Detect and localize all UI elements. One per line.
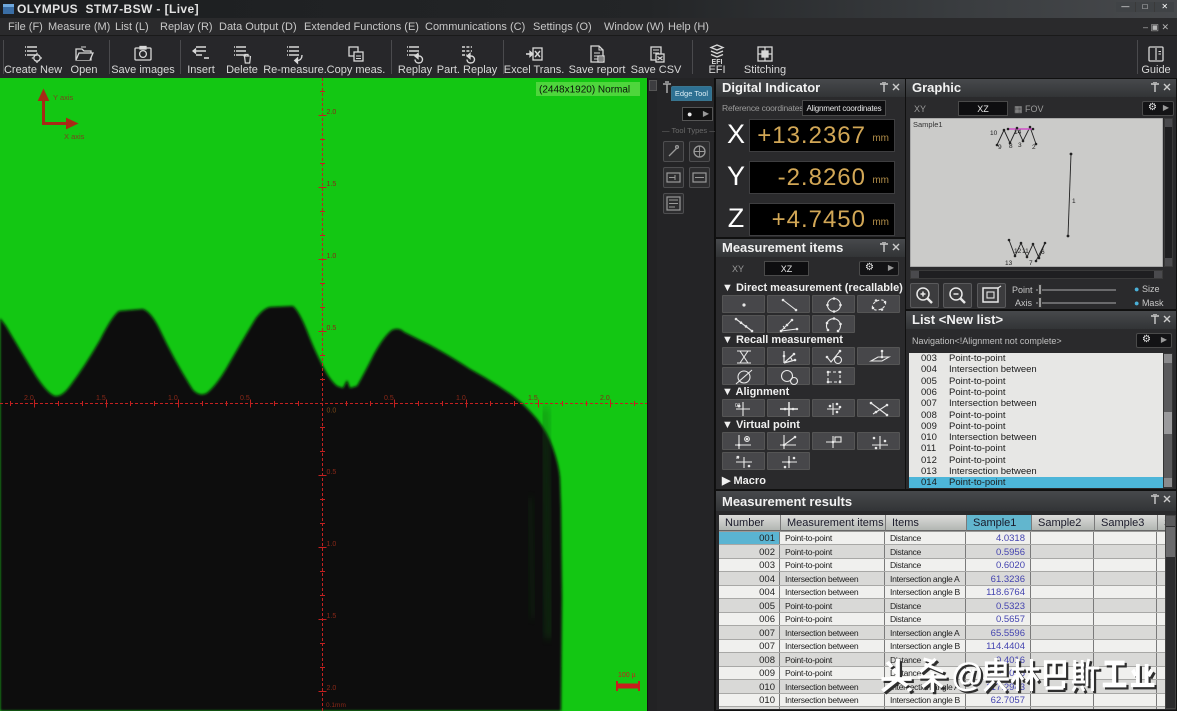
svg-text:0.5: 0.5 [240,395,250,402]
svg-text:11: 11 [1022,248,1029,255]
svg-text:1.5: 1.5 [528,395,538,402]
svg-text:1.5: 1.5 [327,613,337,620]
svg-text:a: a [736,455,739,461]
svg-text:12: 12 [1014,248,1022,255]
svg-text:7: 7 [1029,260,1033,267]
svg-text:01: 01 [735,403,741,409]
svg-text:X axis: X axis [64,132,85,141]
svg-text:2.0: 2.0 [327,109,337,116]
svg-text:6: 6 [1041,249,1045,256]
svg-text:100 µ: 100 µ [618,672,636,679]
svg-text:2.0: 2.0 [327,685,337,692]
svg-text:8: 8 [1009,143,1013,150]
svg-text:0.0: 0.0 [327,408,337,415]
svg-text:1.0: 1.0 [456,395,466,402]
svg-text:10: 10 [990,130,998,137]
svg-text:14: 14 [1014,129,1022,136]
svg-text:1.5: 1.5 [327,181,337,188]
svg-text:9: 9 [998,144,1002,151]
svg-text:(2448x1920) Normal: (2448x1920) Normal [539,85,630,96]
svg-text:0.1mm: 0.1mm [326,702,346,709]
svg-text:2: 2 [1032,144,1036,151]
svg-text:1.5: 1.5 [96,395,106,402]
svg-text:13: 13 [1005,260,1013,267]
svg-text:2.0: 2.0 [24,395,34,402]
svg-text:1.0: 1.0 [168,395,178,402]
svg-text:0.5: 0.5 [327,325,337,332]
svg-text:@: @ [952,657,983,694]
svg-text:1.0: 1.0 [327,541,337,548]
svg-text:0.5: 0.5 [384,395,394,402]
svg-text:Y axis: Y axis [53,93,74,102]
svg-text:2.0: 2.0 [600,395,610,402]
svg-text:1.0: 1.0 [327,253,337,260]
svg-text:3: 3 [1018,142,1022,149]
svg-text:Sample1: Sample1 [913,120,943,129]
svg-text:0.5: 0.5 [327,469,337,476]
svg-text:1: 1 [1072,198,1076,205]
